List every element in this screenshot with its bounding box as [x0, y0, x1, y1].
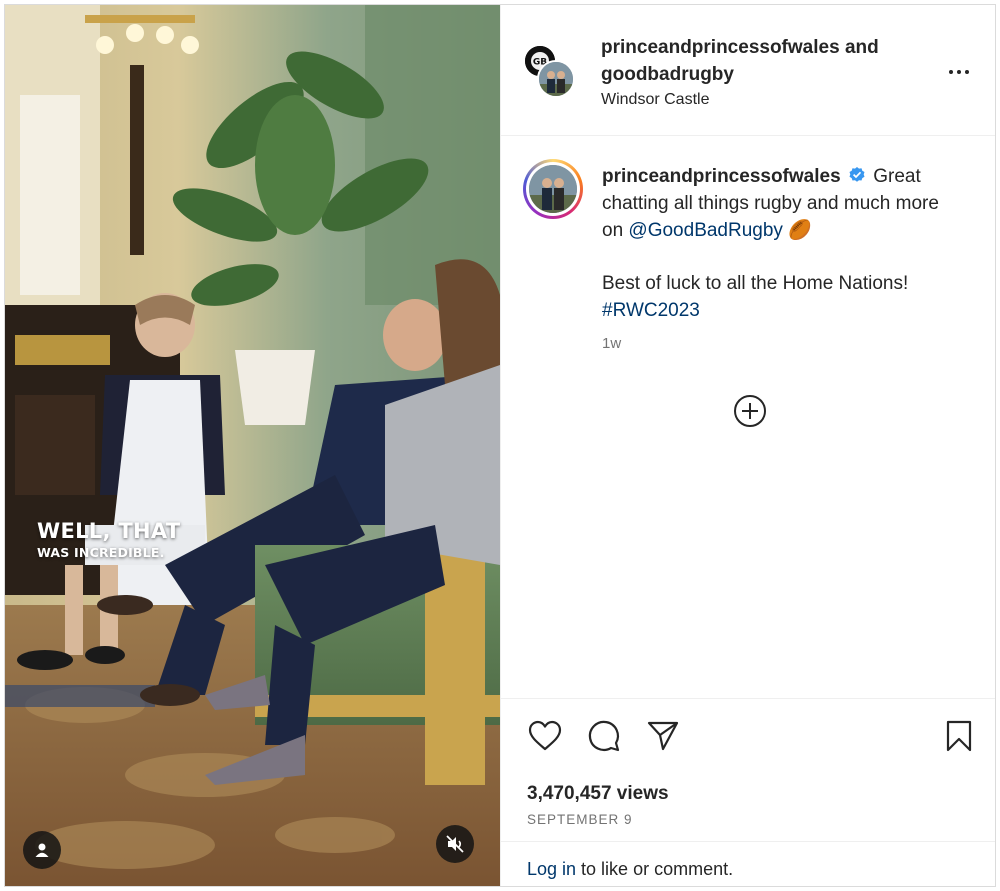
- bookmark-icon: [946, 720, 972, 752]
- author-avatar[interactable]: [523, 159, 583, 219]
- video-caption: WELL, THAT WAS INCREDIBLE.: [37, 521, 180, 560]
- caption-author-link[interactable]: princeandprincessofwales: [602, 166, 841, 187]
- mention-link[interactable]: @GoodBadRugby: [628, 220, 783, 241]
- post-timestamp[interactable]: 1w: [602, 335, 621, 352]
- collab-avatars[interactable]: GB: [523, 44, 583, 100]
- caption-line-2: WAS INCREDIBLE.: [37, 545, 165, 560]
- avatar-image: [529, 165, 577, 213]
- heart-icon: [528, 720, 562, 751]
- more-horizontal-icon-dot: [965, 70, 969, 74]
- location-link[interactable]: Windsor Castle: [601, 91, 709, 109]
- more-horizontal-icon-dot: [957, 70, 961, 74]
- authors-connector: and: [844, 37, 879, 58]
- post-video[interactable]: WELL, THAT WAS INCREDIBLE.: [5, 5, 500, 886]
- author-link-2[interactable]: goodbadrugby: [601, 64, 734, 85]
- login-prompt-text: to like or comment.: [576, 859, 734, 879]
- caption-paragraph-2: Best of luck to all the Home Nations! #R…: [602, 270, 962, 324]
- rugby-ball-emoji: 🏉: [788, 220, 812, 241]
- hashtag-link[interactable]: #RWC2023: [602, 300, 700, 321]
- caption-section: princeandprincessofwales Great chatting …: [501, 137, 995, 697]
- comment-button[interactable]: [586, 718, 622, 754]
- mute-toggle-button[interactable]: [436, 825, 474, 863]
- post-actions: 3,470,457 views September 9 Log in to li…: [501, 698, 995, 886]
- view-count[interactable]: 3,470,457 views: [527, 783, 669, 805]
- post-sidebar: GB princeandprincessofwales and goodbadr…: [500, 5, 995, 886]
- post-date[interactable]: September 9: [527, 812, 633, 827]
- avatar-inner: [526, 162, 580, 216]
- tagged-users-button[interactable]: [23, 831, 61, 869]
- share-button[interactable]: [645, 718, 681, 754]
- plus-circle-icon: [734, 395, 766, 427]
- speaker-muted-icon: [446, 835, 464, 853]
- collab-authors: princeandprincessofwales and goodbadrugb…: [601, 34, 931, 88]
- login-prompt: Log in to like or comment.: [501, 841, 995, 886]
- post-header: GB princeandprincessofwales and goodbadr…: [501, 5, 995, 136]
- load-more-comments-button[interactable]: [732, 393, 768, 429]
- like-button[interactable]: [527, 718, 563, 754]
- video-frame-illustration: [5, 5, 500, 886]
- login-link[interactable]: Log in: [527, 859, 576, 879]
- user-icon: [35, 843, 49, 857]
- more-options-button[interactable]: [941, 60, 977, 84]
- more-horizontal-icon: [949, 70, 953, 74]
- comment-icon: [588, 720, 620, 752]
- profile-photo: [529, 165, 577, 213]
- caption-line-1: WELL, THAT: [37, 519, 181, 543]
- send-icon: [647, 721, 679, 751]
- verified-badge-icon: [849, 167, 865, 182]
- post-dialog: WELL, THAT WAS INCREDIBLE. GB princeandp…: [4, 4, 996, 887]
- profile-photo: [539, 62, 573, 96]
- caption-text-2: Best of luck to all the Home Nations!: [602, 273, 909, 294]
- save-button[interactable]: [941, 718, 977, 754]
- post-caption: princeandprincessofwales Great chatting …: [602, 163, 962, 324]
- author-link-1[interactable]: princeandprincessofwales: [601, 37, 840, 58]
- avatar-princeandprincessofwales[interactable]: [537, 60, 575, 98]
